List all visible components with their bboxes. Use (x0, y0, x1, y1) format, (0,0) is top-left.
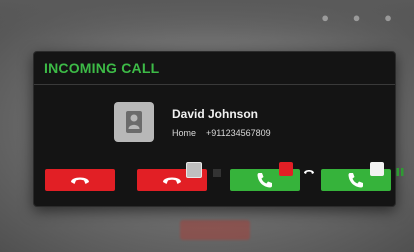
answer-and-hold-button[interactable] (321, 162, 404, 191)
person-icon (126, 111, 142, 133)
answer-and-end-button[interactable] (230, 162, 314, 191)
caller-number-label: Home (172, 128, 197, 138)
phone-icon (348, 173, 363, 188)
decline-button[interactable] (45, 169, 115, 191)
avatar (114, 102, 154, 142)
phone-hangup-icon (279, 162, 314, 176)
incoming-call-dialog: INCOMING CALL David Johnson Home +9112345… (33, 51, 404, 207)
background-status-icons: ● ● ● (321, 10, 402, 25)
pause-icon (370, 162, 404, 176)
phone-icon (257, 173, 272, 188)
dialog-title: INCOMING CALL (44, 60, 160, 76)
phone-hangup-icon (163, 177, 181, 184)
caller-number: +911234567809 (206, 128, 271, 138)
background-button (180, 220, 250, 240)
stop-icon (186, 162, 221, 178)
decline-and-stop-button[interactable] (137, 162, 221, 191)
caller-name: David Johnson (172, 107, 259, 121)
caller-detail: Home +911234567809 (172, 128, 271, 138)
dialog-header: INCOMING CALL (34, 52, 395, 85)
phone-hangup-icon (71, 177, 89, 184)
